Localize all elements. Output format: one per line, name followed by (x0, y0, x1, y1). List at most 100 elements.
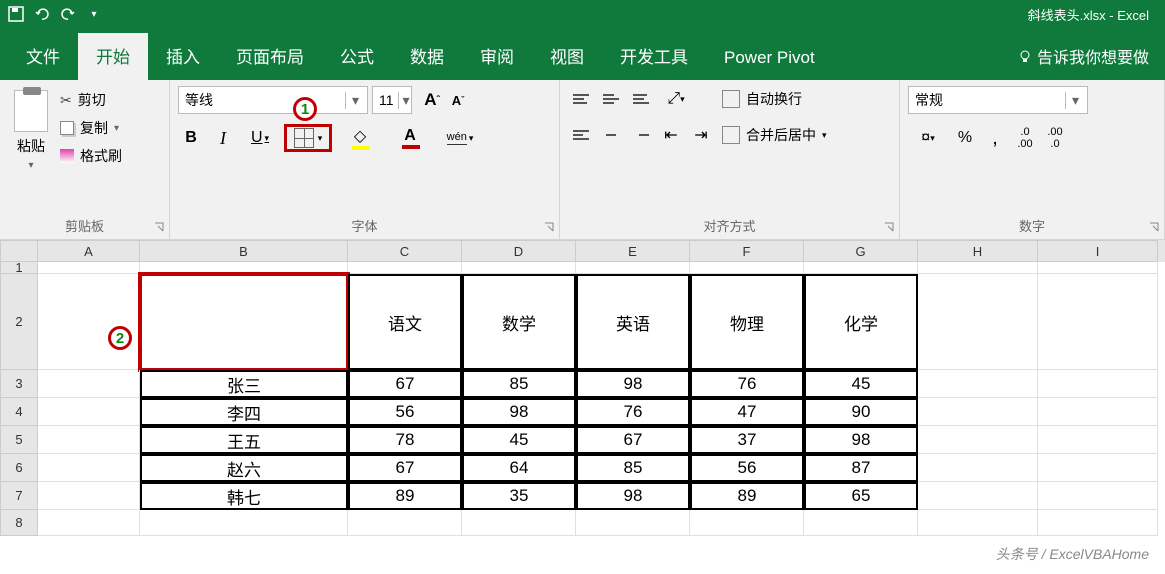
dialog-launcher-icon[interactable] (153, 221, 165, 233)
fill-color-button[interactable]: ◇ (338, 124, 382, 152)
cell[interactable]: 56 (348, 398, 462, 426)
align-center-button[interactable] (598, 122, 624, 148)
cell[interactable]: 89 (348, 482, 462, 510)
tab-page-layout[interactable]: 页面布局 (218, 33, 322, 80)
align-left-button[interactable] (568, 122, 594, 148)
cell[interactable] (462, 510, 576, 536)
cell-b2-selected[interactable] (140, 274, 348, 370)
tell-me[interactable]: 告诉我你想要做 (1009, 34, 1157, 80)
col-header[interactable]: G (804, 240, 918, 262)
cell[interactable]: 98 (804, 426, 918, 454)
cell[interactable]: 67 (348, 370, 462, 398)
cell[interactable]: 64 (462, 454, 576, 482)
row-header[interactable]: 4 (0, 398, 38, 426)
cell[interactable] (348, 262, 462, 274)
increase-indent-button[interactable]: ⇥ (688, 122, 714, 148)
cell[interactable] (804, 510, 918, 536)
decrease-font-button[interactable]: Aˇ (446, 87, 470, 113)
cell[interactable] (918, 262, 1038, 274)
cell[interactable] (1038, 274, 1158, 370)
qat-customize-icon[interactable]: ▾ (86, 6, 102, 22)
cell[interactable] (1038, 370, 1158, 398)
paste-button[interactable]: 粘贴 ▾ (8, 86, 54, 175)
cell[interactable] (1038, 262, 1158, 274)
cell[interactable]: 语文 (348, 274, 462, 370)
cell[interactable] (140, 510, 348, 536)
font-name-combo[interactable]: 等线▾ (178, 86, 368, 114)
cell[interactable]: 76 (576, 398, 690, 426)
dialog-launcher-icon[interactable] (883, 221, 895, 233)
cell[interactable]: 赵六 (140, 454, 348, 482)
phonetic-button[interactable]: wén▾ (438, 124, 482, 152)
row-header[interactable]: 8 (0, 510, 38, 536)
merge-center-button[interactable]: 合并后居中▾ (718, 123, 831, 147)
cell[interactable]: 90 (804, 398, 918, 426)
cell[interactable]: 37 (690, 426, 804, 454)
col-header[interactable]: H (918, 240, 1038, 262)
cell[interactable] (38, 398, 140, 426)
cell[interactable]: 35 (462, 482, 576, 510)
redo-icon[interactable] (60, 6, 76, 22)
cell[interactable] (1038, 426, 1158, 454)
cell[interactable] (918, 454, 1038, 482)
cell[interactable]: 47 (690, 398, 804, 426)
cell[interactable] (690, 262, 804, 274)
align-top-button[interactable] (568, 86, 594, 112)
cell[interactable] (804, 262, 918, 274)
orientation-button[interactable]: ⤢▾ (658, 86, 694, 112)
spreadsheet-grid[interactable]: A B C D E F G H I 1 2 语文 数学 英语 物理 化学 3 张… (0, 240, 1165, 536)
cell[interactable]: 化学 (804, 274, 918, 370)
cell[interactable] (140, 262, 348, 274)
tab-power-pivot[interactable]: Power Pivot (706, 38, 833, 80)
row-header[interactable]: 1 (0, 262, 38, 274)
decrease-decimal-button[interactable]: .00.0 (1042, 124, 1068, 152)
cut-button[interactable]: ✂剪切 (60, 90, 122, 110)
font-size-combo[interactable]: 11▾ (372, 86, 412, 114)
row-header[interactable]: 2 (0, 274, 38, 370)
cell[interactable] (38, 370, 140, 398)
col-header[interactable]: A (38, 240, 140, 262)
italic-button[interactable]: I (210, 124, 236, 152)
cell[interactable] (690, 510, 804, 536)
cell[interactable]: 数学 (462, 274, 576, 370)
cell[interactable]: 98 (576, 482, 690, 510)
increase-font-button[interactable]: Aˆ (420, 87, 444, 113)
cell[interactable] (576, 262, 690, 274)
bold-button[interactable]: B (178, 124, 204, 152)
select-all-corner[interactable] (0, 240, 38, 262)
cell[interactable]: 78 (348, 426, 462, 454)
cell[interactable]: 85 (576, 454, 690, 482)
cell[interactable] (918, 370, 1038, 398)
cell[interactable] (1038, 482, 1158, 510)
cell[interactable]: 45 (804, 370, 918, 398)
cell[interactable] (38, 510, 140, 536)
cell[interactable]: 英语 (576, 274, 690, 370)
cell[interactable] (576, 510, 690, 536)
cell[interactable]: 李四 (140, 398, 348, 426)
cell[interactable]: 67 (576, 426, 690, 454)
cell[interactable] (1038, 454, 1158, 482)
percent-button[interactable]: % (952, 124, 978, 152)
cell[interactable] (918, 510, 1038, 536)
cell[interactable]: 98 (462, 398, 576, 426)
cell[interactable]: 87 (804, 454, 918, 482)
font-color-button[interactable]: A (388, 124, 432, 152)
tab-developer[interactable]: 开发工具 (602, 33, 706, 80)
cell[interactable]: 56 (690, 454, 804, 482)
cell[interactable]: 65 (804, 482, 918, 510)
cell[interactable]: 89 (690, 482, 804, 510)
cell[interactable] (38, 426, 140, 454)
cell[interactable]: 85 (462, 370, 576, 398)
dialog-launcher-icon[interactable] (543, 221, 555, 233)
format-painter-button[interactable]: 格式刷 (60, 146, 122, 166)
cell[interactable] (918, 274, 1038, 370)
undo-icon[interactable] (34, 6, 50, 22)
align-bottom-button[interactable] (628, 86, 654, 112)
cell[interactable] (348, 510, 462, 536)
cell[interactable]: 76 (690, 370, 804, 398)
tab-view[interactable]: 视图 (532, 33, 602, 80)
cell[interactable]: 张三 (140, 370, 348, 398)
cell[interactable] (38, 482, 140, 510)
cell[interactable] (1038, 398, 1158, 426)
cell[interactable]: 物理 (690, 274, 804, 370)
